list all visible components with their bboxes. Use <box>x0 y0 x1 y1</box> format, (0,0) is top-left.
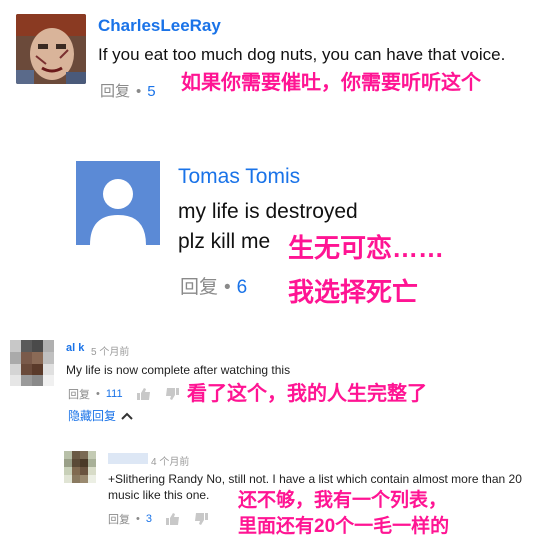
reply-bar: 回复 • 5 <box>100 80 156 101</box>
comment-text: My life is now complete after watching t… <box>66 363 291 377</box>
comment-text-line: music like this one. <box>108 488 210 502</box>
comment-text-line: plz kill me <box>178 230 271 253</box>
hide-replies-button[interactable]: 隐藏回复 <box>68 407 133 424</box>
avatar[interactable] <box>10 340 54 386</box>
annotation-caption: 还不够，我有一个列表， <box>238 490 448 511</box>
reply-bar: 回复 • 3 <box>108 511 208 527</box>
annotation-caption: 生无可恋…… <box>288 233 445 263</box>
horror-doll-avatar-icon <box>16 14 86 84</box>
avatar[interactable] <box>16 14 86 84</box>
annotation-caption: 如果你需要催吐，你需要听听这个 <box>181 72 481 94</box>
comment-text: If you eat too much dog nuts, you can ha… <box>98 45 506 64</box>
reply-button[interactable]: 回复 <box>100 83 130 100</box>
thumbs-down-icon[interactable] <box>165 388 179 400</box>
annotation-caption: 里面还有20个一毛一样的 <box>238 516 450 537</box>
comment-author[interactable]: Tomas Tomis <box>178 165 300 189</box>
pixelated-avatar-icon <box>64 451 96 483</box>
reply-count-link[interactable]: 6 <box>237 277 248 298</box>
avatar[interactable] <box>76 161 160 245</box>
separator: • <box>224 277 231 298</box>
reply-count-link[interactable]: 5 <box>147 83 155 100</box>
reply-bar: 回复 • 111 <box>68 386 179 402</box>
thumbs-down-icon[interactable] <box>194 513 208 525</box>
reply-count-link[interactable]: 111 <box>106 388 123 400</box>
reply-bar: 回复 • 6 <box>180 272 247 299</box>
thumbs-up-icon[interactable] <box>165 513 180 525</box>
avatar[interactable] <box>64 451 96 483</box>
separator: • <box>136 513 140 525</box>
annotation-caption: 我选择死亡 <box>288 277 419 307</box>
comment-text-line: my life is destroyed <box>178 200 358 223</box>
hide-replies-label: 隐藏回复 <box>68 409 117 423</box>
annotation-caption: 看了这个，我的人生完整了 <box>187 383 427 405</box>
comment-text-line: +Slithering Randy No, still not. I have … <box>108 472 522 486</box>
reply-count-link[interactable]: 3 <box>146 513 152 525</box>
separator: • <box>136 83 142 100</box>
comment-author[interactable]: al k <box>66 342 84 354</box>
comment-author[interactable]: CharlesLeeRay <box>98 16 221 36</box>
comment-timestamp[interactable]: 5 个月前 <box>91 343 129 358</box>
reply-button[interactable]: 回复 <box>108 511 130 527</box>
reply-button[interactable]: 回复 <box>180 277 218 298</box>
comment-author-redacted[interactable] <box>108 453 148 464</box>
thumbs-up-icon[interactable] <box>136 388 151 400</box>
default-person-avatar-icon <box>76 161 160 245</box>
separator: • <box>96 388 100 400</box>
chevron-up-icon <box>121 412 133 420</box>
reply-button[interactable]: 回复 <box>68 386 90 402</box>
pixelated-avatar-icon <box>10 340 54 386</box>
comment-timestamp[interactable]: 4 个月前 <box>151 453 189 468</box>
